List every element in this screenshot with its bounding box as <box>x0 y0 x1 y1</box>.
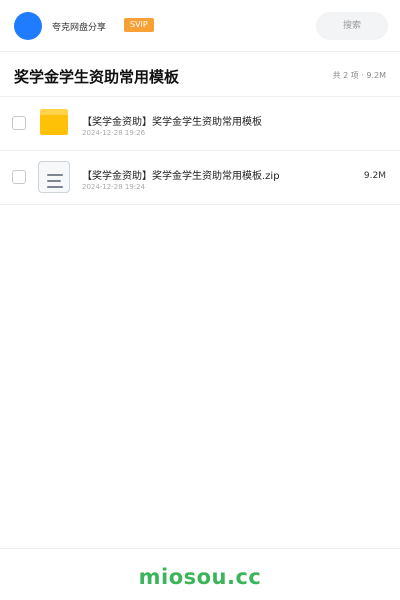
file-date: 2024-12-28 19:26 <box>82 129 146 137</box>
file-row[interactable]: 【奖学金资助】奖学金学生资助常用模板 2024-12-28 19:26 <box>0 97 400 151</box>
file-name[interactable]: 【奖学金资助】奖学金学生资助常用模板 <box>82 113 262 128</box>
row-checkbox[interactable] <box>12 116 26 130</box>
item-summary: 共 2 项 · 9.2M <box>332 71 386 80</box>
top-header: 夸克网盘分享 SVIP 搜索 <box>0 0 400 52</box>
file-row[interactable]: 【奖学金资助】奖学金学生资助常用模板.zip 2024-12-28 19:24 … <box>0 151 400 205</box>
file-size: 9.2M <box>363 171 386 181</box>
brand-logo-text: miosou.cc <box>138 565 262 589</box>
avatar[interactable] <box>14 12 42 40</box>
username[interactable]: 夸克网盘分享 <box>52 20 106 33</box>
footer: miosou.cc <box>0 548 400 600</box>
row-checkbox[interactable] <box>12 170 26 184</box>
title-bar: 奖学金学生资助常用模板 共 2 项 · 9.2M <box>0 52 400 97</box>
page-title: 奖学金学生资助常用模板 <box>14 68 180 86</box>
search-placeholder: 搜索 <box>342 21 361 31</box>
folder-icon <box>38 107 70 139</box>
file-name[interactable]: 【奖学金资助】奖学金学生资助常用模板.zip <box>82 167 280 182</box>
svip-badge: SVIP <box>124 18 154 32</box>
zip-file-icon <box>38 161 70 193</box>
search-button[interactable]: 搜索 <box>316 12 388 40</box>
file-date: 2024-12-28 19:24 <box>82 183 146 191</box>
